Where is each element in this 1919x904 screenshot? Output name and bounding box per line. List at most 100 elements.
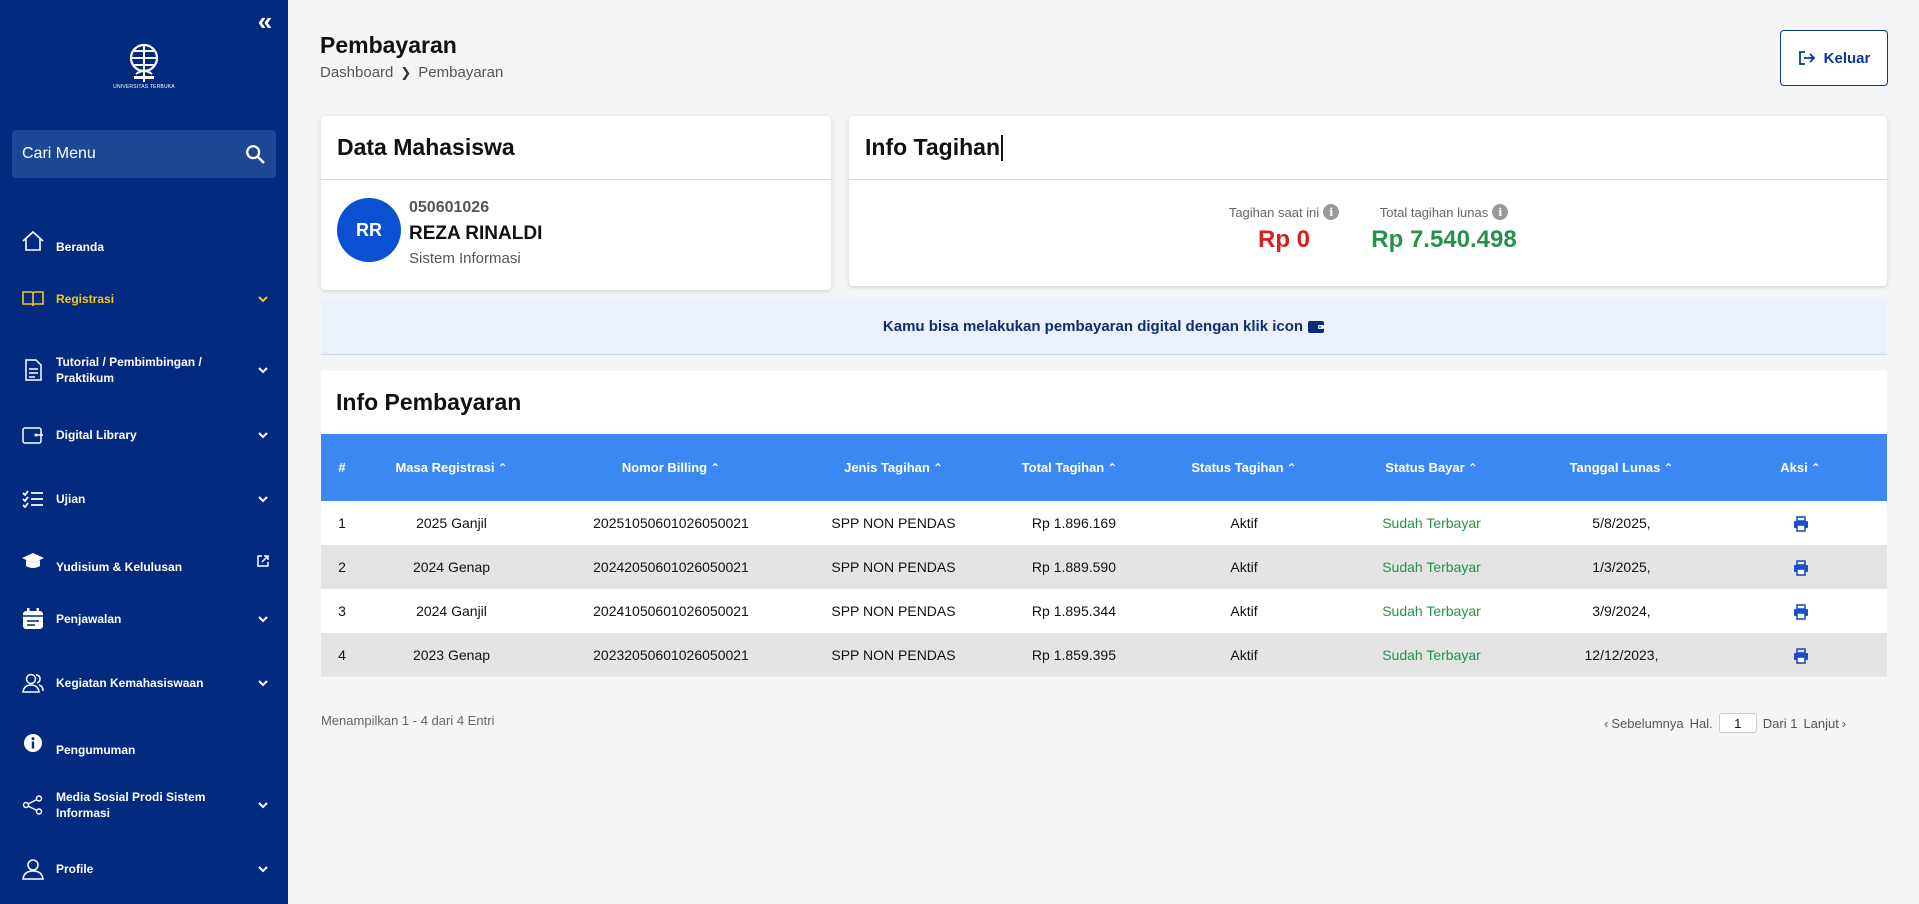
sidebar-item-pengumuman[interactable]: Pengumuman <box>0 728 288 758</box>
book-icon <box>20 287 46 311</box>
payment-table: # Masa Registrasi ⌃ Nomor Billing ⌃ Jenis … <box>321 434 1887 677</box>
prev-label: Sebelumnya <box>1611 715 1684 731</box>
current-bill-stat: Tagihan saat ini i Rp 0 <box>1214 204 1354 254</box>
sidebar-item-yudisium[interactable]: Yudisium & Kelulusan <box>0 546 288 576</box>
col-header-masa[interactable]: Masa Registrasi ⌃ <box>363 434 540 501</box>
cell-billing: 20251050601026050021 <box>540 501 802 545</box>
print-icon[interactable] <box>1793 515 1809 532</box>
sidebar-item-label: Digital Library <box>56 428 137 442</box>
cell-status-tagihan: Aktif <box>1154 545 1334 589</box>
page-number-input[interactable] <box>1718 713 1757 733</box>
billing-card-title: Info Tagihan <box>865 134 1001 160</box>
sidebar-item-registrasi[interactable]: Registrasi <box>0 284 288 314</box>
cell-aksi <box>1714 589 1887 633</box>
breadcrumb: Dashboard ❯ Pembayaran <box>320 64 503 81</box>
col-header-aksi[interactable]: Aksi ⌃ <box>1714 434 1887 501</box>
sidebar-item-label: Media Sosial Prodi Sistem Informasi <box>56 790 206 820</box>
sidebar-item-label: Ujian <box>56 492 86 506</box>
search-icon[interactable] <box>244 143 266 165</box>
sidebar-item-label: Yudisium & Kelulusan <box>56 560 183 574</box>
print-icon[interactable] <box>1793 559 1809 576</box>
sidebar-item-profile[interactable]: Profile <box>0 854 288 884</box>
cell-tanggal: 5/8/2025, <box>1529 501 1714 545</box>
avatar: RR <box>337 198 401 262</box>
chevron-down-icon <box>258 616 268 623</box>
table-row: 3 2024 Ganjil 20241050601026050021 SPP N… <box>321 589 1887 633</box>
table-row: 1 2025 Ganjil 20251050601026050021 SPP N… <box>321 501 1887 545</box>
users-icon <box>20 671 46 695</box>
cell-masa: 2024 Genap <box>363 545 540 589</box>
sidebar-item-kegiatan[interactable]: Kegiatan Kemahasiswaan <box>0 668 288 698</box>
sidebar-item-beranda[interactable]: Beranda <box>0 226 288 256</box>
next-page-button[interactable]: Lanjut › <box>1803 716 1846 731</box>
sidebar-item-media-sosial[interactable]: Media Sosial Prodi Sistem Informasi <box>0 790 288 820</box>
text-cursor <box>1001 134 1003 161</box>
sidebar-item-label: Penjawalan <box>56 612 122 626</box>
graduation-cap-icon <box>20 549 46 573</box>
student-name: REZA RINALDI <box>409 223 543 244</box>
chevron-down-icon <box>258 680 268 687</box>
chevron-down-icon <box>258 866 268 873</box>
payment-info-section: Info Pembayaran # Masa Registrasi ⌃ Nomor… <box>321 371 1887 678</box>
paid-bill-label: Total tagihan lunas <box>1379 204 1489 220</box>
sort-up-icon: ⌃ <box>710 461 721 475</box>
sidebar-item-digital-library[interactable]: Digital Library <box>0 420 288 450</box>
prev-page-button[interactable]: ‹ Sebelumnya <box>1604 716 1684 731</box>
col-header-jenis[interactable]: Jenis Tagihan ⌃ <box>802 434 985 501</box>
cell-aksi <box>1714 501 1887 545</box>
info-icon[interactable]: i <box>1323 204 1340 220</box>
sort-up-icon: ⌃ <box>1467 461 1478 475</box>
logout-button[interactable]: Keluar <box>1780 30 1888 86</box>
cell-masa: 2025 Ganjil <box>363 501 540 545</box>
col-header-total[interactable]: Total Tagihan ⌃ <box>985 434 1154 501</box>
cell-jenis: SPP NON PENDAS <box>802 545 985 589</box>
cell-no: 1 <box>321 501 363 545</box>
cell-status-tagihan: Aktif <box>1154 633 1334 677</box>
external-link-icon <box>257 555 269 567</box>
payment-section-title: Info Pembayaran <box>336 389 522 415</box>
cell-masa: 2024 Ganjil <box>363 589 540 633</box>
info-icon[interactable]: i <box>1492 204 1509 220</box>
col-header-no[interactable]: # <box>321 434 363 501</box>
cell-total: Rp 1.859.395 <box>985 633 1154 677</box>
cell-jenis: SPP NON PENDAS <box>802 633 985 677</box>
sort-up-icon: ⌃ <box>1810 461 1821 475</box>
col-header-billing[interactable]: Nomor Billing ⌃ <box>540 434 802 501</box>
notice-text: Kamu bisa melakukan pembayaran digital d… <box>882 318 1304 335</box>
paid-bill-value: Rp 7.540.498 <box>1371 226 1517 253</box>
cell-status-bayar: Sudah Terbayar <box>1334 633 1529 677</box>
checklist-icon <box>20 487 46 511</box>
collapse-sidebar-icon[interactable]: « <box>253 8 277 34</box>
col-header-tanggal[interactable]: Tanggal Lunas ⌃ <box>1529 434 1714 501</box>
cell-billing: 20232050601026050021 <box>540 633 802 677</box>
chevron-down-icon <box>258 296 268 303</box>
sidebar-item-penjawalan[interactable]: Penjawalan <box>0 604 288 634</box>
sidebar-item-label: Registrasi <box>56 292 115 306</box>
sidebar-item-tutorial[interactable]: Tutorial / Pembimbingan / Praktikum <box>0 352 288 388</box>
cell-aksi <box>1714 545 1887 589</box>
breadcrumb-dashboard[interactable]: Dashboard <box>320 64 393 81</box>
share-icon <box>20 793 46 817</box>
sort-up-icon: ⌃ <box>1663 461 1674 475</box>
print-icon[interactable] <box>1793 647 1809 664</box>
page-title: Pembayaran <box>320 32 457 58</box>
cell-tanggal: 12/12/2023, <box>1529 633 1714 677</box>
sidebar-item-label: Pengumuman <box>56 743 136 757</box>
chevron-down-icon <box>258 802 268 809</box>
col-header-status-tagihan[interactable]: Status Tagihan ⌃ <box>1154 434 1334 501</box>
table-row: 2 2024 Genap 20242050601026050021 SPP NO… <box>321 545 1887 589</box>
chevron-right-icon: ❯ <box>400 64 412 80</box>
sidebar-item-ujian[interactable]: Ujian <box>0 484 288 514</box>
student-nim: 050601026 <box>409 199 490 216</box>
cell-no: 2 <box>321 545 363 589</box>
print-icon[interactable] <box>1793 603 1809 620</box>
menu-search-input[interactable] <box>22 145 244 163</box>
page-label: Hal. <box>1689 715 1713 731</box>
pagination: ‹Sebelumnya Hal. Dari 1 Lanjut› <box>1604 713 1846 733</box>
chevron-right-icon: › <box>1841 715 1847 731</box>
cell-status-tagihan: Aktif <box>1154 589 1334 633</box>
col-header-status-bayar[interactable]: Status Bayar ⌃ <box>1334 434 1529 501</box>
sidebar-item-label: Tutorial / Pembimbingan / Praktikum <box>56 355 202 385</box>
sort-up-icon: ⌃ <box>497 461 508 475</box>
breadcrumb-current: Pembayaran <box>418 64 504 81</box>
